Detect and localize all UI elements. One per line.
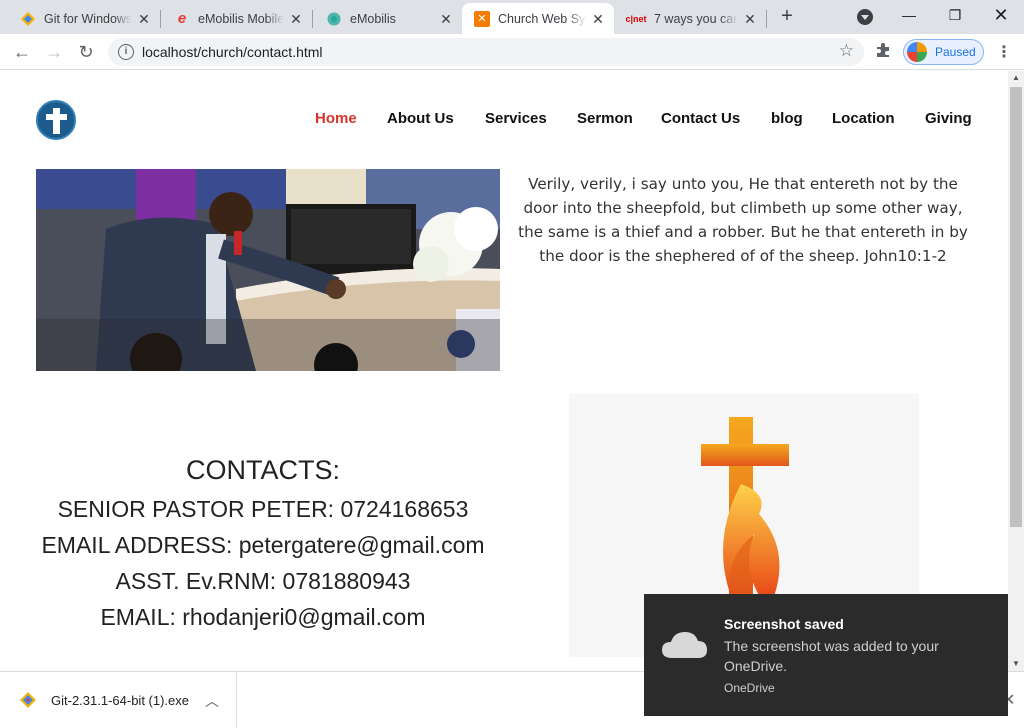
site-info-icon[interactable]: i: [118, 44, 134, 60]
globe-icon: [326, 11, 342, 27]
nav-sermon[interactable]: Sermon: [577, 110, 633, 127]
tab-separator: [160, 10, 161, 28]
tab-title: eMobilis: [350, 11, 434, 26]
xampp-icon: ✕: [474, 10, 490, 27]
contact-senior-pastor: SENIOR PASTOR PETER: 0724168653: [57, 496, 469, 522]
download-item[interactable]: Git-2.31.1-64-bit (1).exe ︿: [0, 672, 237, 728]
emobilis-e-icon: e: [177, 10, 187, 27]
tab-separator: [766, 10, 767, 28]
notification-source: OneDrive: [724, 681, 775, 695]
nav-services[interactable]: Services: [485, 110, 547, 127]
tab-emobilis-mobile[interactable]: e eMobilis Mobile Te ✕: [162, 3, 312, 34]
tab-title: Git for Windows: [44, 11, 132, 26]
scroll-up-icon[interactable]: ▲: [1008, 71, 1024, 85]
tab-title: Church Web Syst: [498, 11, 586, 26]
maximize-icon[interactable]: ❐: [932, 0, 978, 30]
address-bar[interactable]: i localhost/church/contact.html ☆: [108, 38, 864, 66]
page-scrollbar[interactable]: ▲ ▼: [1008, 71, 1024, 671]
nav-giving[interactable]: Giving: [925, 110, 972, 127]
download-filename: Git-2.31.1-64-bit (1).exe: [51, 693, 190, 708]
contacts-heading: CONTACTS:: [186, 455, 340, 485]
onedrive-notification[interactable]: Screenshot saved The screenshot was adde…: [644, 594, 1008, 716]
tab-search-icon[interactable]: [857, 9, 873, 25]
extensions-icon[interactable]: [875, 42, 891, 63]
browser-toolbar: ← → ↻ i localhost/church/contact.html ☆ …: [0, 34, 1024, 70]
tab-emobilis[interactable]: eMobilis ✕: [314, 3, 462, 34]
cnet-icon: c|net: [625, 13, 647, 24]
contact-assistant-email: EMAIL: rhodanjeri0@gmail.com: [100, 604, 426, 630]
tab-title: eMobilis Mobile Te: [198, 11, 284, 26]
nav-home[interactable]: Home: [315, 110, 357, 127]
minimize-icon[interactable]: —: [886, 0, 932, 30]
close-window-icon[interactable]: ✕: [978, 0, 1024, 30]
tab-title: 7 ways you can t: [654, 11, 738, 26]
close-tab-icon[interactable]: ✕: [742, 11, 758, 27]
back-icon[interactable]: ←: [10, 40, 34, 64]
tab-git-for-windows[interactable]: Git for Windows ✕: [8, 3, 160, 34]
contact-email-address: EMAIL ADDRESS: petergatere@gmail.com: [41, 532, 485, 558]
nav-blog[interactable]: blog: [771, 110, 803, 127]
tab-cnet[interactable]: c|net 7 ways you can t ✕: [614, 3, 766, 34]
close-tab-icon[interactable]: ✕: [438, 11, 454, 27]
scroll-down-icon[interactable]: ▼: [1008, 657, 1024, 671]
bookmark-star-icon[interactable]: ☆: [839, 41, 854, 61]
tab-strip: Git for Windows ✕ e eMobilis Mobile Te ✕…: [0, 0, 1024, 34]
preacher-photo: [36, 169, 500, 371]
nav-location[interactable]: Location: [832, 110, 895, 127]
git-diamond-icon: [20, 692, 36, 708]
nav-about-us[interactable]: About Us: [387, 110, 454, 127]
tab-church-web-system[interactable]: ✕ Church Web Syst ✕: [462, 3, 614, 34]
chevron-up-icon[interactable]: ︿: [205, 691, 219, 711]
church-cross-logo[interactable]: [36, 100, 76, 140]
notification-message: The screenshot was added to your OneDriv…: [724, 638, 939, 674]
new-tab-icon[interactable]: +: [776, 5, 798, 27]
contacts-block: CONTACTS: SENIOR PASTOR PETER: 072416865…: [16, 453, 510, 635]
profile-status: Paused: [935, 45, 976, 59]
close-tab-icon[interactable]: ✕: [136, 11, 152, 27]
close-tab-icon[interactable]: ✕: [288, 11, 304, 27]
url-text[interactable]: localhost/church/contact.html: [142, 44, 323, 60]
profile-button[interactable]: Paused: [903, 39, 984, 65]
close-tab-icon[interactable]: ✕: [590, 11, 606, 27]
reload-icon[interactable]: ↻: [74, 40, 98, 64]
menu-icon[interactable]: ⋮: [996, 42, 1012, 62]
nav-contact-us[interactable]: Contact Us: [661, 110, 740, 127]
web-page: Home About Us Services Sermon Contact Us…: [0, 71, 1008, 671]
forward-icon[interactable]: →: [42, 40, 66, 64]
cloud-icon: [660, 628, 708, 660]
avatar: [907, 42, 927, 62]
scrollbar-thumb[interactable]: [1010, 87, 1022, 527]
git-diamond-icon: [20, 11, 36, 27]
notification-title: Screenshot saved: [724, 616, 844, 632]
tab-separator: [312, 10, 313, 28]
contact-assistant-evangelist: ASST. Ev.RNM: 0781880943: [115, 568, 411, 594]
bible-verse: Verily, verily, i say unto you, He that …: [518, 175, 968, 265]
